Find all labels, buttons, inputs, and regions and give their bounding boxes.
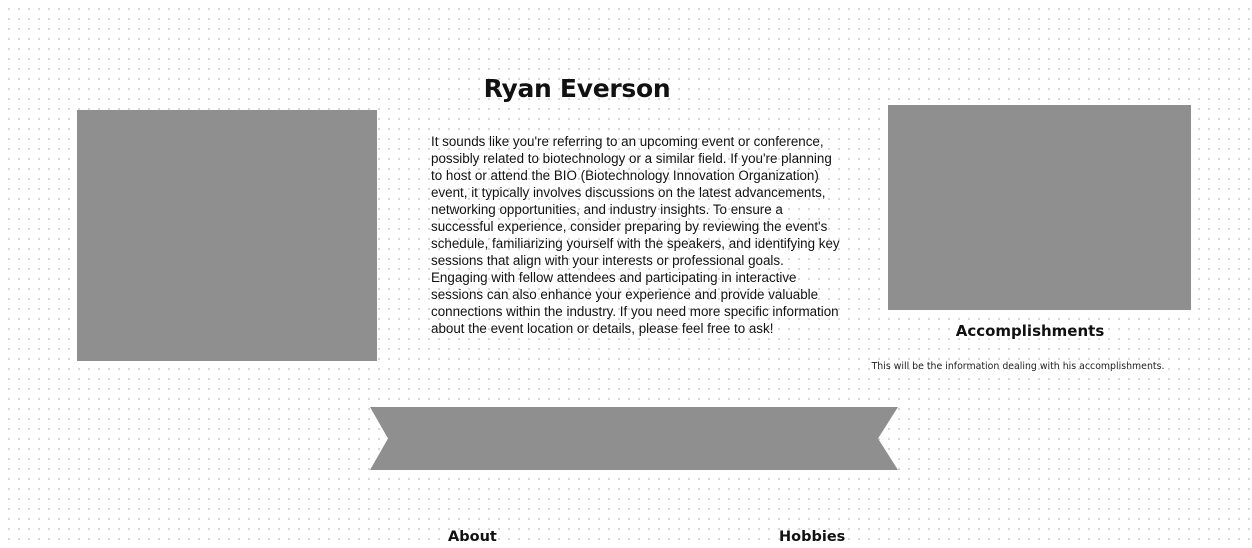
ribbon-banner: [370, 407, 898, 470]
profile-image-placeholder: [77, 110, 377, 361]
accomplishments-description: This will be the information dealing wit…: [871, 361, 1165, 372]
ribbon-shape: [370, 407, 898, 470]
about-heading: About: [448, 529, 497, 545]
accomplishments-heading: Accomplishments: [955, 322, 1105, 340]
hobbies-heading: Hobbies: [779, 529, 846, 545]
page-title: Ryan Everson: [483, 74, 671, 103]
accomplishments-image-placeholder: [888, 105, 1191, 310]
bio-paragraph: It sounds like you're referring to an up…: [431, 134, 840, 336]
